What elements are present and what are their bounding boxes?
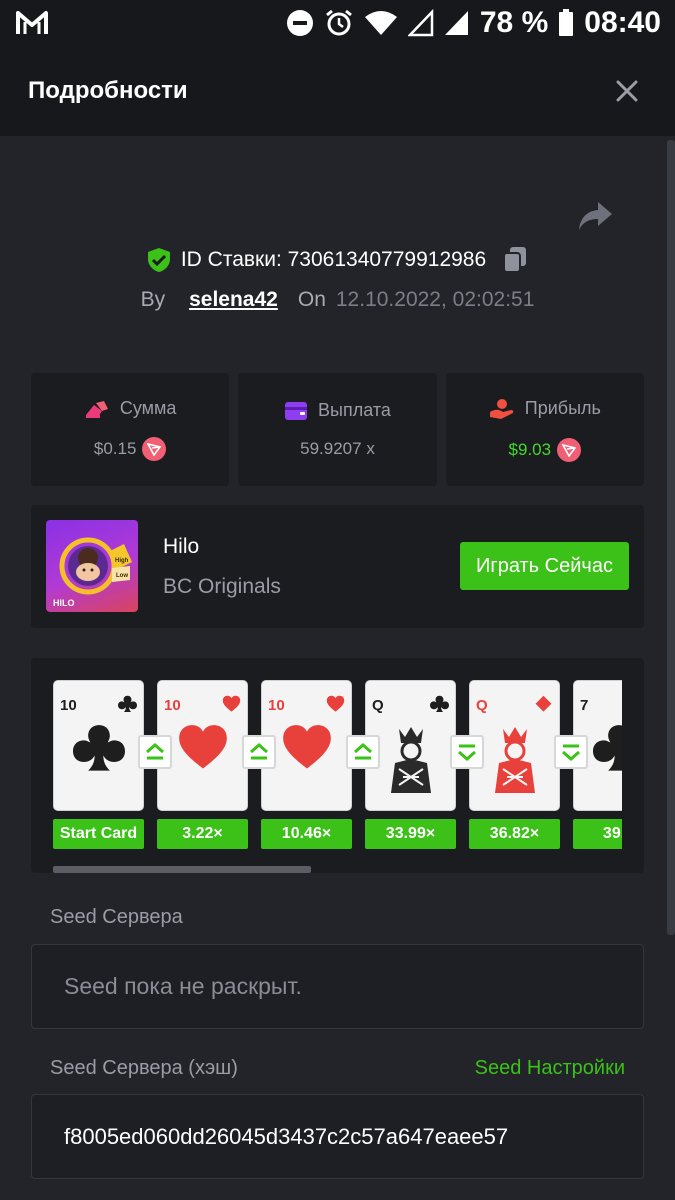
verified-shield-icon [147,248,170,272]
guess-higher-icon [242,735,276,769]
signal-empty-icon [407,9,434,37]
status-bar: 78 % 08:40 [0,0,675,46]
playing-card: 10 [53,680,144,811]
clock: 08:40 [584,6,661,39]
server-seed-label: Seed Сервера [50,906,183,928]
close-icon [616,80,638,102]
card-rank: 10 [164,697,181,714]
stat-profit: Прибыль $9.03 [445,373,644,486]
stat-value: 59.9207 x [300,439,375,458]
bet-id-row: ID Ставки: 73061340779912986 [0,246,675,274]
card-multiplier: 10.46× [261,819,352,849]
bet-date: 12.10.2022, 02:02:51 [335,288,535,311]
thumb-title: HILO [53,598,75,608]
cards-scrollbar[interactable] [53,866,622,873]
bet-id: ID Ставки: 73061340779912986 [180,248,487,271]
battery-percent: 78 % [479,6,549,39]
stat-amount: Сумма $0.15 [31,373,230,486]
game-card: High Low HILO Hilo BC Originals Играть С… [31,505,644,628]
server-seed-hash-field[interactable]: f8005ed060dd26045d3437c2c57a647eaee57 [31,1094,644,1179]
page-title: Подробности [28,77,188,104]
app-logo-icon [16,11,48,34]
cards-history: 10 Start Card 10 3.22× 10 10.46× Q 33.99× Q 36.82… [31,658,644,873]
hilo-artwork: High Low HILO [53,537,132,608]
card-multiplier: 33.99× [365,819,456,849]
stat-value: $0.15 [93,439,137,458]
cards-strip[interactable]: 10 Start Card 10 3.22× 10 10.46× Q 33.99× Q 36.82… [53,658,622,873]
queen-face-icon [494,727,535,793]
guess-higher-icon [138,735,172,769]
bet-stats: Сумма $0.15 Выплата 59.9207 x Прибыль $9… [31,373,644,486]
thumb-low-label: Low [116,573,128,579]
share-icon[interactable] [578,200,614,232]
stat-label: Прибыль [524,398,601,418]
queen-face-icon [390,727,431,793]
hearts-large-suit-icon [282,725,331,769]
card-rank: 10 [268,697,285,714]
diamonds-suit-icon [535,695,552,712]
on-label: On [297,288,326,311]
guess-lower-icon [554,735,588,769]
game-provider: BC Originals [163,575,281,598]
alarm-icon [325,9,352,36]
server-seed-hash-label: Seed Сервера (хэш) [50,1057,238,1079]
hand-coin-icon [489,398,513,419]
stat-label: Сумма [119,398,177,418]
play-now-button[interactable]: Играть Сейчас [460,542,629,590]
battery-icon [559,9,574,36]
card-multiplier: 36.82× [469,819,560,849]
hearts-large-suit-icon [178,725,227,769]
stat-label: Выплата [318,400,391,420]
by-label: By [140,288,166,311]
copy-icon[interactable] [502,246,528,274]
cards-scroll-thumb[interactable] [53,866,311,873]
card-rank: 7 [580,697,589,714]
thumb-high-label: High [115,558,129,564]
clubs-suit-icon [118,695,137,713]
clubs-suit-icon [430,695,449,713]
trx-coin-icon [142,437,167,461]
user-link[interactable]: selena42 [189,288,278,312]
details-header: Подробности [0,46,675,136]
seed-settings-link[interactable]: Seed Настройки [475,1057,625,1080]
card-rank: Q [372,697,384,714]
trx-coin-icon [557,437,582,462]
wallet-icon [285,401,308,420]
do-not-disturb-icon [286,10,313,36]
close-button[interactable] [607,71,647,111]
server-seed-field[interactable]: Seed пока не раскрыт. [31,944,644,1029]
card-rank: Q [476,697,488,714]
bet-author-row: By selena42 On 12.10.2022, 02:02:51 [0,288,675,312]
guess-higher-icon [346,735,380,769]
card-multiplier: Start Card [53,819,144,849]
stat-payout: Выплата 59.9207 x [238,373,437,486]
stack-coins-icon [85,400,108,418]
clubs-large-suit-icon [72,725,125,771]
guess-lower-icon [450,735,484,769]
card-rank: 10 [60,697,77,714]
hearts-suit-icon [326,695,345,712]
signal-full-icon [444,11,468,35]
hearts-suit-icon [222,695,241,712]
clubs-large-suit-icon [592,725,622,771]
wifi-icon [364,11,397,35]
stat-value: $9.03 [508,439,552,459]
game-thumbnail[interactable]: High Low HILO [46,520,138,612]
card-multiplier: 3.22× [157,819,248,849]
card-multiplier: 39.8 [573,819,622,849]
game-name[interactable]: Hilo [163,535,199,559]
